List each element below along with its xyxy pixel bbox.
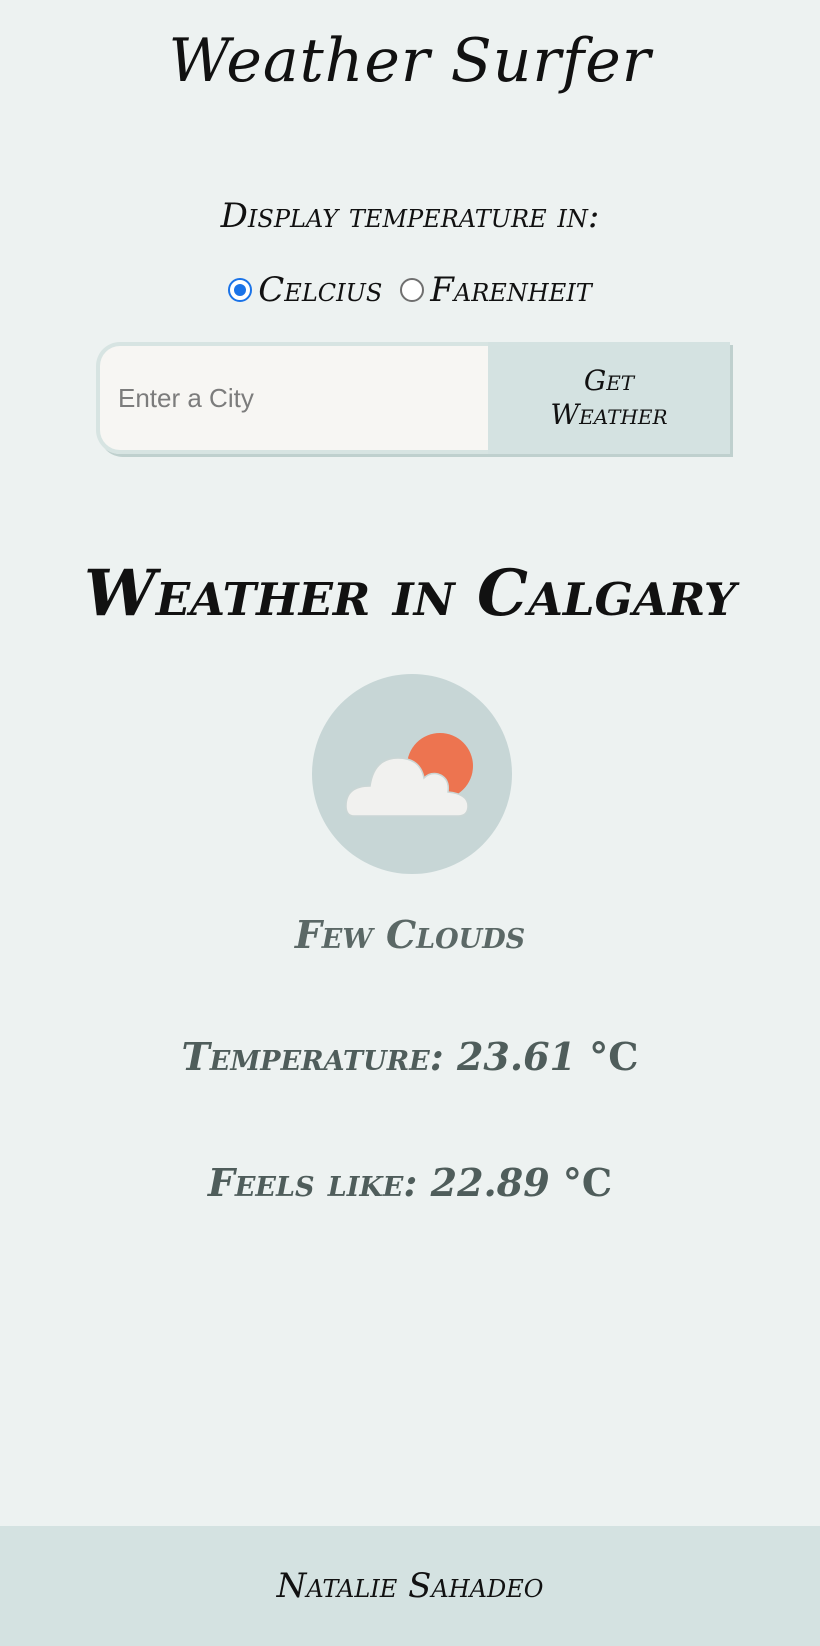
celcius-label: Celcius <box>258 270 383 310</box>
farenheit-label: Farenheit <box>430 270 592 310</box>
unit-prompt-label: Display temperature in: <box>220 196 600 236</box>
feels-like-label: Feels like: <box>207 1160 418 1205</box>
feels-like-unit: °C <box>562 1160 613 1205</box>
weather-icon-badge <box>312 674 512 874</box>
temperature-readout: Temperature: 23.61 °C <box>0 1034 820 1079</box>
few-clouds-icon <box>345 733 473 817</box>
weather-heading: Weather in Calgary <box>83 556 737 631</box>
app-title: Weather Surfer <box>168 26 652 96</box>
footer-author: Natalie Sahadeo <box>276 1566 544 1606</box>
get-weather-button-label: Get Weather <box>550 364 668 431</box>
weather-description: Few Clouds <box>294 912 526 957</box>
celcius-radio[interactable] <box>228 278 253 302</box>
unit-option-celcius[interactable]: Celcius <box>228 270 382 310</box>
get-weather-button[interactable]: Get Weather <box>488 342 730 454</box>
temperature-label: Temperature: <box>181 1034 444 1079</box>
city-search-input[interactable]: Enter a City <box>96 342 488 454</box>
footer: Natalie Sahadeo <box>0 1526 820 1646</box>
feels-like-value: 22.89 <box>430 1160 550 1205</box>
city-search-form: Enter a City Get Weather <box>96 342 730 454</box>
unit-radio-group: Celcius Farenheit <box>0 270 820 310</box>
temperature-unit: °C <box>589 1034 639 1079</box>
temperature-value: 23.61 <box>456 1034 576 1079</box>
farenheit-radio[interactable] <box>400 278 425 302</box>
feels-like-readout: Feels like: 22.89 °C <box>0 1160 820 1205</box>
city-search-placeholder: Enter a City <box>118 382 254 413</box>
unit-option-farenheit[interactable]: Farenheit <box>400 270 592 310</box>
